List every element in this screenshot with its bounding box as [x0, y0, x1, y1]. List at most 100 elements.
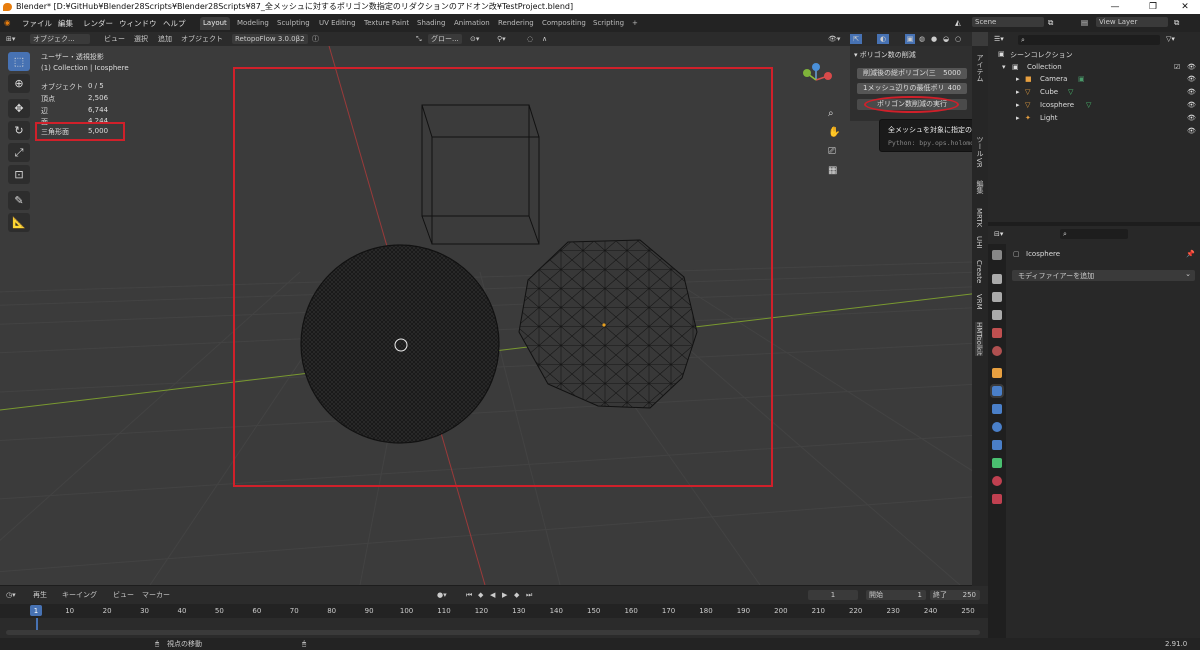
timeline-menu-view[interactable]: ビュー [113, 590, 134, 600]
minimize-button[interactable]: — [1098, 0, 1132, 14]
timeline-menu-playback[interactable]: 再生 [33, 590, 47, 600]
tab-modeling[interactable]: Modeling [234, 17, 272, 30]
tab-mrtk[interactable]: MRTK [975, 208, 983, 227]
expand-arrow-icon[interactable]: ▸ [1016, 88, 1020, 96]
tab-scripting[interactable]: Scripting [590, 17, 627, 30]
play-reverse-icon[interactable]: ◀ [490, 590, 495, 600]
add-workspace-button[interactable]: + [629, 17, 641, 30]
scene-collection-label[interactable]: シーンコレクション [1010, 50, 1073, 60]
timeline-editor-icon[interactable]: ◷▾ [6, 590, 16, 600]
outliner-search[interactable]: ⌕ [1018, 35, 1160, 45]
timeline-scrollbar[interactable] [6, 630, 980, 635]
camera-view-icon[interactable]: ⎚ [828, 142, 842, 161]
tab-compositing[interactable]: Compositing [539, 17, 589, 30]
material-tab-icon[interactable] [992, 476, 1002, 486]
menu-edit[interactable]: 編集 [58, 18, 73, 29]
viewport-menu-object[interactable]: オブジェクト [181, 34, 223, 44]
move-tool-icon[interactable]: ✥ [8, 99, 30, 118]
snap-icon[interactable]: ⚲▾ [497, 34, 506, 44]
tab-item[interactable]: アイテム [975, 54, 985, 82]
view-layer-selector[interactable]: View Layer [1096, 17, 1168, 27]
eye-icon[interactable]: 👁 [1187, 88, 1196, 96]
tool-tab-icon[interactable] [992, 250, 1002, 260]
3d-viewport[interactable]: ⌕ ✋ ⎚ ▦ ユーザー・透視投影 (1) Collection | Icosp… [0, 32, 988, 585]
texture-tab-icon[interactable] [992, 494, 1002, 504]
zoom-icon[interactable]: ⌕ [828, 104, 842, 123]
help-icon[interactable]: ⓘ [312, 34, 319, 44]
jump-end-icon[interactable]: ⏭ [526, 590, 532, 600]
tab-uhi[interactable]: UHI [975, 236, 983, 248]
jump-start-icon[interactable]: ⏮ [466, 590, 472, 600]
expand-arrow-icon[interactable]: ▸ [1016, 114, 1020, 122]
tab-hmtoolkit[interactable]: HMToolkit [975, 322, 983, 356]
world-tab-icon[interactable] [992, 346, 1002, 356]
scene-tab-icon[interactable] [992, 328, 1002, 338]
measure-tool-icon[interactable]: 📐 [8, 213, 30, 232]
timeline-menu-marker[interactable]: マーカー [142, 590, 170, 600]
checkbox-icon[interactable]: ☑ [1174, 63, 1180, 71]
particles-tab-icon[interactable] [992, 404, 1002, 414]
menu-file[interactable]: ファイル [22, 18, 52, 29]
solid-shading-icon[interactable]: ● [931, 34, 937, 44]
modifier-tab-icon[interactable] [990, 384, 1004, 398]
tab-tool[interactable]: ツール [975, 136, 985, 157]
pivot-point-icon[interactable]: ⊙▾ [470, 34, 479, 44]
min-polygons-field[interactable]: 1メッシュ辺りの最低ポリ 400 [857, 83, 967, 94]
grid-toggle-icon[interactable]: ▦ [828, 161, 842, 180]
transform-orientation-selector[interactable]: グロー... [428, 34, 462, 44]
eye-icon[interactable]: 👁 [1187, 114, 1196, 122]
render-tab-icon[interactable] [992, 274, 1002, 284]
transform-tool-icon[interactable]: ⊡ [8, 165, 30, 184]
tab-layout[interactable]: Layout [200, 17, 230, 30]
expand-arrow-icon[interactable]: ▸ [1016, 101, 1020, 109]
tab-texture-paint[interactable]: Texture Paint [361, 17, 412, 30]
tab-rendering[interactable]: Rendering [495, 17, 537, 30]
menu-window[interactable]: ウィンドウ [119, 18, 157, 29]
navigation-gizmo[interactable] [802, 62, 832, 102]
tab-sculpting[interactable]: Sculpting [274, 17, 313, 30]
tab-uv-editing[interactable]: UV Editing [316, 17, 359, 30]
mesh-data-tab-icon[interactable] [992, 458, 1002, 468]
overlay-toggle-icon[interactable]: ◐ [877, 34, 889, 44]
timeline-menu-keying[interactable]: キーイング [62, 590, 97, 600]
retopoflow-button[interactable]: RetopoFlow 3.0.0β2 [232, 34, 308, 44]
eye-icon[interactable]: 👁 [1187, 75, 1196, 83]
scene-browse-icon[interactable]: ⧉ [1048, 18, 1053, 28]
viewport-menu-add[interactable]: 追加 [158, 34, 172, 44]
outliner-item-icosphere[interactable]: Icosphere [1040, 101, 1074, 109]
properties-search[interactable]: ⌕ [1060, 229, 1128, 239]
cursor-tool-icon[interactable]: ⊕ [8, 74, 30, 93]
tab-vrm[interactable]: VRM [975, 294, 983, 310]
outliner-item-cube[interactable]: Cube [1040, 88, 1058, 96]
outliner-item-camera[interactable]: Camera [1040, 75, 1067, 83]
xray-toggle-icon[interactable]: ▣ [905, 34, 915, 44]
outliner-collection[interactable]: Collection [1027, 63, 1062, 71]
outliner-editor-icon[interactable]: ☰▾ [994, 35, 1004, 43]
proportional-edit-icon[interactable]: ◌ [527, 34, 533, 44]
viewport-menu-view[interactable]: ビュー [104, 34, 125, 44]
close-button[interactable]: ✕ [1168, 0, 1200, 14]
current-frame-field[interactable]: 1 [808, 590, 858, 600]
maximize-button[interactable]: ❐ [1136, 0, 1170, 14]
rendered-shading-icon[interactable]: ○ [955, 34, 961, 44]
mode-selector[interactable]: オブジェク... [30, 34, 90, 44]
target-polygons-field[interactable]: 削減後の総ポリゴン(三 5000 [857, 68, 967, 79]
add-modifier-dropdown[interactable]: モディファイアーを追加 ⌄ [1012, 270, 1195, 281]
menu-help[interactable]: ヘルプ [163, 18, 186, 29]
properties-editor-icon[interactable]: ⊟▾ [994, 230, 1003, 238]
outliner-item-light[interactable]: Light [1040, 114, 1057, 122]
falloff-icon[interactable]: ∧ [542, 34, 547, 44]
next-keyframe-icon[interactable]: ◆ [514, 590, 519, 600]
material-shading-icon[interactable]: ◒ [943, 34, 949, 44]
menu-render[interactable]: レンダー [83, 18, 113, 29]
timeline-ruler[interactable]: 1 10 20 30 40 50 60 70 80 90 100 110 120 130 140 150 160… [0, 604, 988, 618]
frame-end-field[interactable]: 終了 250 [930, 590, 980, 600]
tab-create[interactable]: Create [975, 260, 983, 283]
object-tab-icon[interactable] [992, 368, 1002, 378]
tab-vr[interactable]: VR [975, 158, 983, 168]
scale-tool-icon[interactable]: ⤢ [8, 143, 30, 162]
output-tab-icon[interactable] [992, 292, 1002, 302]
tab-edit[interactable]: 編集 [975, 180, 985, 194]
record-icon[interactable]: ●▾ [437, 590, 447, 600]
gizmo-toggle-icon[interactable]: ⇱ [850, 34, 862, 44]
